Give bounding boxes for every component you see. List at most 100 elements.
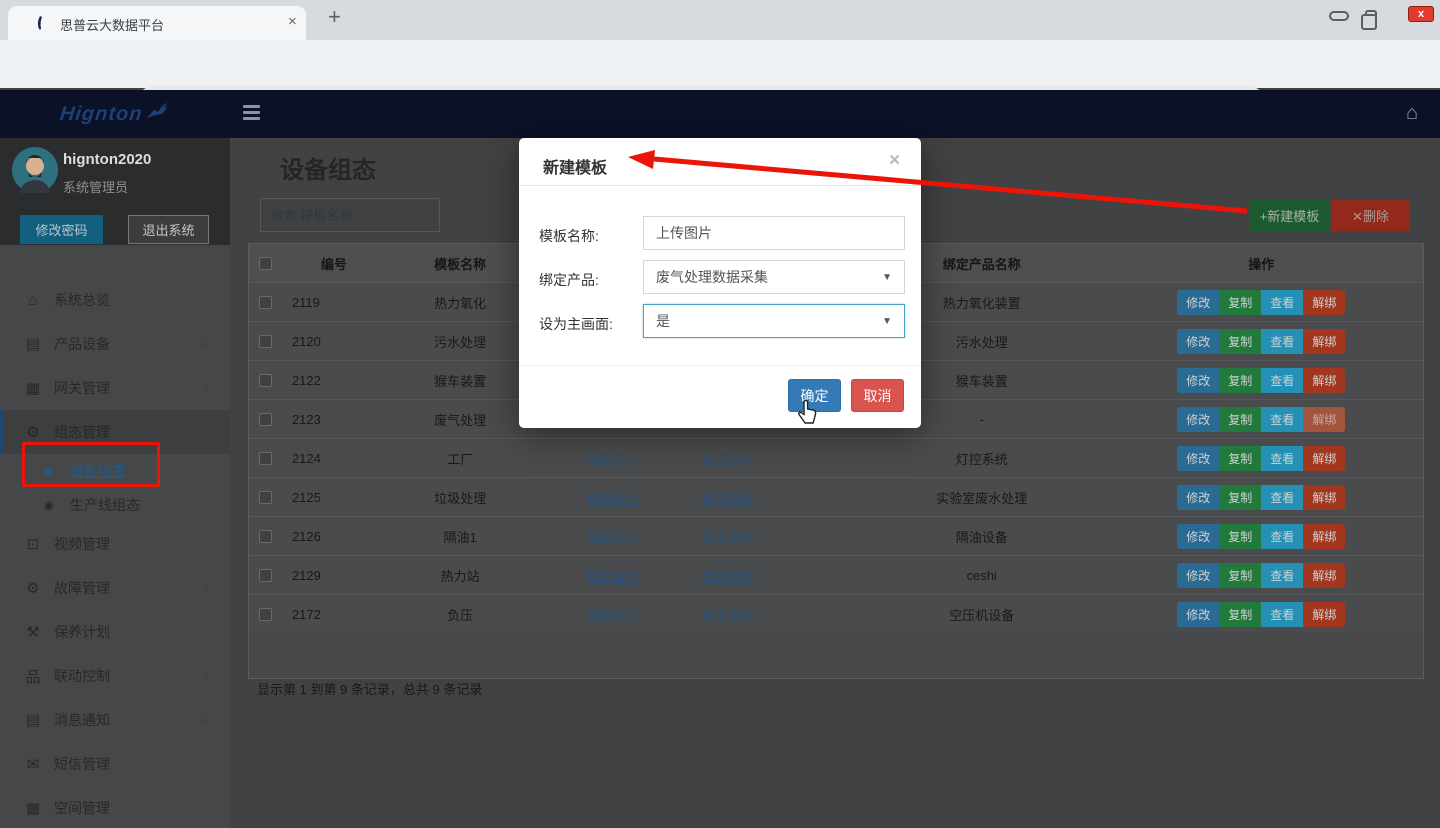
main-screen-select[interactable]: 是 ▼ [643, 304, 905, 338]
field-label-bind-product: 绑定产品: [539, 270, 599, 290]
view-button[interactable]: 查看 [1261, 368, 1303, 393]
row-checkbox[interactable] [259, 374, 272, 387]
copy-button[interactable]: 复制 [1219, 329, 1261, 354]
top-navbar: Hignton ⌂ [0, 90, 1440, 138]
unbind-button[interactable]: 解绑 [1303, 446, 1345, 471]
new-tab-button[interactable]: + [328, 4, 341, 30]
edit-button[interactable]: 修改 [1177, 524, 1219, 549]
sidebar-toggle-button[interactable] [243, 105, 260, 123]
modal-close-icon[interactable]: × [889, 150, 900, 172]
view-button[interactable]: 查看 [1261, 446, 1303, 471]
sidebar-item-fault[interactable]: ⚙故障管理‹ [0, 566, 230, 610]
sidebar-item-space[interactable]: ▦空间管理 [0, 786, 230, 828]
config-design-link[interactable]: 组态设计 [702, 608, 754, 623]
column-header-template-name[interactable]: 模板名称 [386, 254, 535, 273]
view-button[interactable]: 查看 [1261, 290, 1303, 315]
change-password-button[interactable]: 修改密码 [20, 215, 103, 244]
config-design-link[interactable]: 组态设计 [587, 569, 639, 584]
cell-id: 2129 [282, 568, 386, 583]
copy-button[interactable]: 复制 [1219, 563, 1261, 588]
gears-icon: ⚙ [22, 423, 44, 441]
config-design-link[interactable]: 组态设计 [587, 491, 639, 506]
copy-button[interactable]: 复制 [1219, 407, 1261, 432]
edit-button[interactable]: 修改 [1177, 368, 1219, 393]
edit-button[interactable]: 修改 [1177, 329, 1219, 354]
view-button[interactable]: 查看 [1261, 602, 1303, 627]
screen: 思普云大数据平台 × + ✕ x ← → ↻ 不安全 | iot.idosp.n… [0, 0, 1440, 828]
view-button[interactable]: 查看 [1261, 329, 1303, 354]
edit-button[interactable]: 修改 [1177, 485, 1219, 510]
logo-text: Hignton [59, 103, 144, 126]
config-design-link[interactable]: 组态设计 [702, 569, 754, 584]
bind-product-select[interactable]: 废气处理数据采集 ▼ [643, 260, 905, 294]
sidebar-item-product-device[interactable]: ▤产品设备‹ [0, 322, 230, 366]
row-checkbox[interactable] [259, 491, 272, 504]
browser-tab[interactable]: 思普云大数据平台 × [8, 6, 306, 40]
config-design-link[interactable]: 组态设计 [702, 530, 754, 545]
row-checkbox[interactable] [259, 296, 272, 309]
row-checkbox[interactable] [259, 569, 272, 582]
copy-button[interactable]: 复制 [1219, 290, 1261, 315]
view-button[interactable]: 查看 [1261, 524, 1303, 549]
home-icon[interactable]: ⌂ [1406, 102, 1418, 125]
unbind-button[interactable]: 解绑 [1303, 290, 1345, 315]
confirm-button[interactable]: 确定 [788, 379, 841, 412]
unbind-button-disabled[interactable]: 解绑 [1303, 407, 1345, 432]
unbind-button[interactable]: 解绑 [1303, 563, 1345, 588]
view-button[interactable]: 查看 [1261, 407, 1303, 432]
config-design-link[interactable]: 组态设计 [587, 530, 639, 545]
config-design-link[interactable]: 组态设计 [587, 608, 639, 623]
new-template-button[interactable]: +新建模板 [1249, 200, 1330, 231]
new-template-label: 新建模板 [1267, 209, 1319, 224]
row-checkbox[interactable] [259, 452, 272, 465]
sidebar-item-message-notify[interactable]: ▤消息通知‹ [0, 698, 230, 742]
tab-close-icon[interactable]: × [288, 13, 297, 30]
sidebar-item-gateway[interactable]: ▦网关管理‹ [0, 366, 230, 410]
sidebar-item-sms[interactable]: ✉短信管理 [0, 742, 230, 786]
edit-button[interactable]: 修改 [1177, 290, 1219, 315]
copy-button[interactable]: 复制 [1219, 446, 1261, 471]
column-header-id[interactable]: 编号 [282, 254, 386, 273]
logo[interactable]: Hignton [0, 90, 230, 138]
sidebar-item-label: 短信管理 [54, 754, 110, 774]
row-checkbox[interactable] [259, 335, 272, 348]
copy-button[interactable]: 复制 [1219, 602, 1261, 627]
copy-button[interactable]: 复制 [1219, 368, 1261, 393]
delete-button[interactable]: ✕删除 [1331, 200, 1410, 231]
edit-button[interactable]: 修改 [1177, 602, 1219, 627]
config-design-link[interactable]: 组态设计 [702, 491, 754, 506]
row-checkbox[interactable] [259, 530, 272, 543]
select-all-checkbox[interactable] [259, 257, 272, 270]
window-minimize-button[interactable] [1322, 4, 1356, 28]
sidebar-item-linkage-control[interactable]: 品联动控制‹ [0, 654, 230, 698]
template-name-input[interactable] [643, 216, 905, 250]
edit-button[interactable]: 修改 [1177, 407, 1219, 432]
sidebar-item-system-overview[interactable]: ⌂系统总览 [0, 278, 230, 322]
search-input[interactable] [260, 198, 440, 232]
copy-button[interactable]: 复制 [1219, 485, 1261, 510]
row-checkbox[interactable] [259, 413, 272, 426]
config-design-link[interactable]: 组态设计 [587, 452, 639, 467]
unbind-button[interactable]: 解绑 [1303, 524, 1345, 549]
view-button[interactable]: 查看 [1261, 563, 1303, 588]
sidebar-item-video[interactable]: ⊡视频管理 [0, 522, 230, 566]
edit-button[interactable]: 修改 [1177, 446, 1219, 471]
chevron-left-icon: ‹ [203, 580, 208, 597]
edit-button[interactable]: 修改 [1177, 563, 1219, 588]
row-checkbox[interactable] [259, 608, 272, 621]
window-restore-button[interactable] [1354, 4, 1388, 28]
config-design-link[interactable]: 组态设计 [702, 452, 754, 467]
sidebar-item-production-line-config[interactable]: ◉生产线组态 [0, 488, 230, 522]
copy-button[interactable]: 复制 [1219, 524, 1261, 549]
unbind-button[interactable]: 解绑 [1303, 329, 1345, 354]
header-checkbox-cell [249, 257, 282, 270]
cancel-button[interactable]: 取消 [851, 379, 904, 412]
sidebar-item-maintenance[interactable]: ⚒保养计划 [0, 610, 230, 654]
view-button[interactable]: 查看 [1261, 485, 1303, 510]
logout-button[interactable]: 退出系统 [128, 215, 209, 244]
unbind-button[interactable]: 解绑 [1303, 602, 1345, 627]
cell-checkbox [249, 374, 282, 387]
cell-id: 2123 [282, 412, 386, 427]
unbind-button[interactable]: 解绑 [1303, 485, 1345, 510]
unbind-button[interactable]: 解绑 [1303, 368, 1345, 393]
